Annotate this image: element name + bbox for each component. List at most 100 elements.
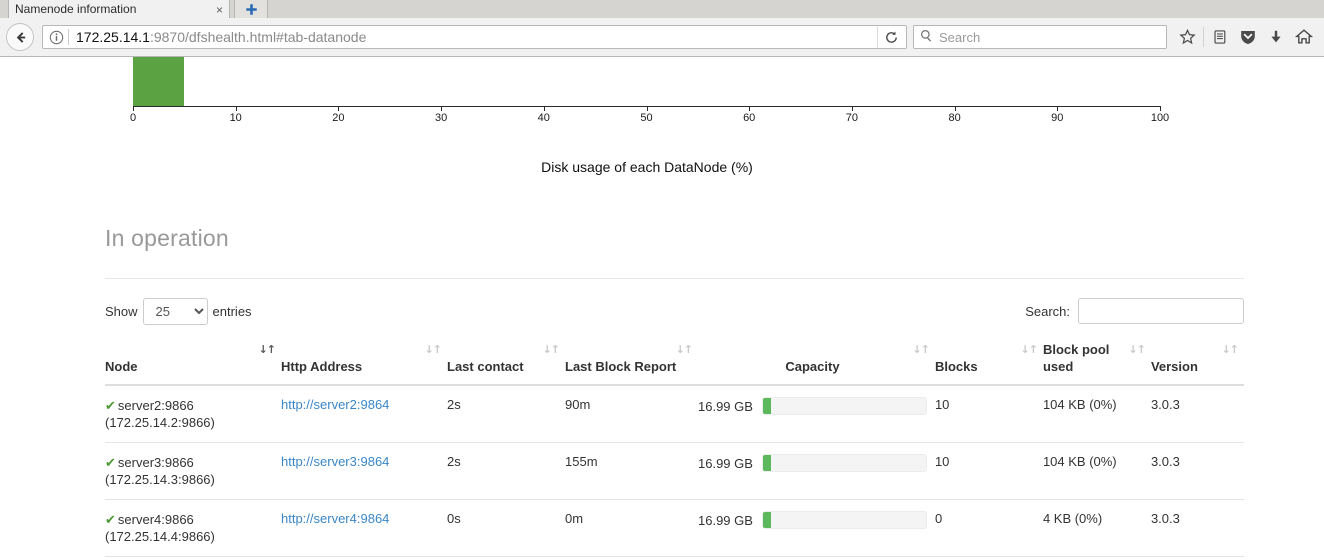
browser-search-bar[interactable]: Search — [913, 25, 1167, 49]
chart-tick — [441, 106, 443, 111]
sort-active-icon[interactable]: ↓↑ — [259, 341, 276, 358]
cell-http-address: http://server2:9864 — [281, 385, 447, 443]
column-header-label: Last contact — [447, 359, 524, 374]
back-arrow-glyph — [16, 31, 25, 43]
datanode-section: In operation Show 2550100 entries Search… — [0, 177, 1324, 559]
capacity-progress-fill — [762, 455, 772, 471]
page-info-icon[interactable] — [49, 30, 64, 45]
http-address-link[interactable]: http://server2:9864 — [281, 397, 389, 412]
sort-icon[interactable]: ↓↑ — [1021, 341, 1038, 358]
tab-title: Namenode information — [15, 2, 137, 16]
star-icon[interactable] — [1173, 23, 1201, 51]
tab-strip: Namenode information × — [0, 0, 1324, 18]
back-arrow-icon[interactable] — [6, 23, 34, 51]
capacity-text: 16.99 GB — [698, 512, 753, 528]
cell-capacity: 16.99 GB — [698, 442, 935, 500]
chart-tick — [1057, 106, 1059, 111]
toolbar-icon-group — [1173, 23, 1318, 51]
column-header-version[interactable]: Version ↓↑ — [1150, 341, 1244, 386]
browser-tab[interactable]: Namenode information × — [8, 0, 230, 18]
cell-version: 3.0.3 — [1150, 499, 1244, 557]
table-search-control: Search: — [1025, 298, 1244, 324]
datanodes-table: Node ↓↑ Http Address ↓↑ Last contact ↓↑ Last B… — [105, 341, 1244, 557]
column-header-capacity[interactable]: Capacity ↓↑ — [698, 341, 935, 386]
chart-tick — [851, 106, 853, 111]
sort-icon[interactable]: ↓↑ — [913, 341, 930, 358]
url-bar[interactable]: 172.25.14.1:9870/dfshealth.html#tab-data… — [42, 25, 907, 49]
green-check-icon: ✔ — [105, 512, 116, 527]
cell-node: ✔ server4:9866 (172.25.14.4:9866) — [105, 499, 281, 557]
chart-tick — [543, 106, 545, 111]
chart-tick-label: 70 — [845, 112, 859, 124]
column-header-last-block-report[interactable]: Last Block Report ↓↑ — [565, 341, 698, 386]
star-glyph — [1178, 28, 1196, 44]
search-label: Search: — [1025, 303, 1070, 319]
chart-tick-label: 50 — [640, 112, 653, 124]
url-separator — [68, 29, 69, 45]
chart-tick — [1160, 106, 1161, 111]
cell-capacity: 16.99 GB — [698, 385, 935, 443]
chart-tick-label: 80 — [948, 112, 961, 124]
sort-icon[interactable]: ↓↑ — [1129, 341, 1146, 358]
cell-http-address: http://server4:9864 — [281, 499, 447, 557]
cell-capacity: 16.99 GB — [698, 499, 935, 557]
http-address-link[interactable]: http://server4:9864 — [281, 511, 389, 526]
cell-last-contact: 2s — [447, 442, 565, 500]
chart-tick — [235, 106, 237, 111]
search-icon — [920, 29, 933, 45]
download-arrow-icon[interactable] — [1262, 23, 1290, 51]
table-row: ✔ server4:9866 (172.25.14.4:9866) http://se… — [105, 499, 1244, 557]
chart-x-axis-label: Disk usage of each DataNode (%) — [541, 159, 753, 175]
reload-icon[interactable] — [877, 26, 904, 48]
column-header-blocks[interactable]: Blocks ↓↑ — [934, 341, 1043, 386]
capacity-progress-fill — [762, 398, 772, 414]
sort-icon[interactable]: ↓↑ — [676, 341, 693, 358]
column-header-label: Last Block Report — [565, 359, 677, 374]
http-address-link[interactable]: http://server3:9864 — [281, 454, 389, 469]
chart-tick-label: 20 — [332, 112, 345, 124]
cell-block-pool-used: 104 KB (0%) — [1042, 385, 1151, 443]
chart-tick-label: 40 — [537, 112, 550, 124]
sort-icon[interactable]: ↓↑ — [1222, 341, 1239, 358]
chart-plot-area — [133, 57, 1160, 106]
column-header-label: Version — [1150, 359, 1198, 374]
page-length-control: Show 2550100 entries — [105, 297, 252, 325]
chart-tick-label: 0 — [129, 112, 137, 124]
table-row: ✔ server3:9866 (172.25.14.3:9866) http://se… — [105, 442, 1244, 500]
column-header-label: Node — [105, 359, 138, 374]
cell-node: ✔ server3:9866 (172.25.14.3:9866) — [105, 442, 281, 500]
table-body: ✔ server2:9866 (172.25.14.2:9866) http://se… — [105, 385, 1244, 557]
node-name: server3:9866 — [117, 455, 194, 470]
column-header-block-pool-used[interactable]: Block pool used ↓↑ — [1042, 341, 1151, 386]
new-tab-button[interactable] — [234, 0, 268, 18]
cell-version: 3.0.3 — [1150, 385, 1244, 443]
cell-last-contact: 0s — [447, 499, 565, 557]
browser-search-placeholder: Search — [939, 29, 981, 45]
reading-list-icon[interactable] — [1206, 23, 1234, 51]
page-length-select[interactable]: 2550100 — [142, 297, 208, 325]
page-content: 0 10 20 30 40 50 60 70 80 90 100 Disk usage of eac… — [0, 57, 1324, 559]
back-button[interactable] — [6, 23, 34, 51]
sort-icon[interactable]: ↓↑ — [425, 341, 442, 358]
capacity-text: 16.99 GB — [698, 398, 753, 414]
home-icon[interactable] — [1290, 23, 1318, 51]
sort-icon[interactable]: ↓↑ — [543, 341, 560, 358]
capacity-wrapper: 16.99 GB — [698, 454, 927, 472]
chart-tick-label: 30 — [434, 112, 448, 124]
entries-label: entries — [212, 303, 252, 319]
column-header-label: Capacity — [785, 359, 840, 374]
cell-last-block-report: 0m — [565, 499, 698, 557]
chart-tick-label: 60 — [743, 112, 756, 124]
magnifier-glyph — [921, 30, 932, 42]
section-divider — [105, 278, 1244, 279]
close-icon[interactable]: × — [216, 0, 223, 17]
column-header-node[interactable]: Node ↓↑ — [105, 341, 281, 386]
search-input[interactable] — [1078, 298, 1244, 324]
column-header-last-contact[interactable]: Last contact ↓↑ — [447, 341, 565, 386]
node-address: (172.25.14.3:9866) — [105, 472, 215, 487]
cell-http-address: http://server3:9864 — [281, 442, 447, 500]
library-glyph — [1214, 30, 1226, 44]
column-header-http-address[interactable]: Http Address ↓↑ — [281, 341, 447, 386]
green-check-icon: ✔ — [105, 398, 116, 413]
pocket-shield-icon[interactable] — [1234, 23, 1262, 51]
